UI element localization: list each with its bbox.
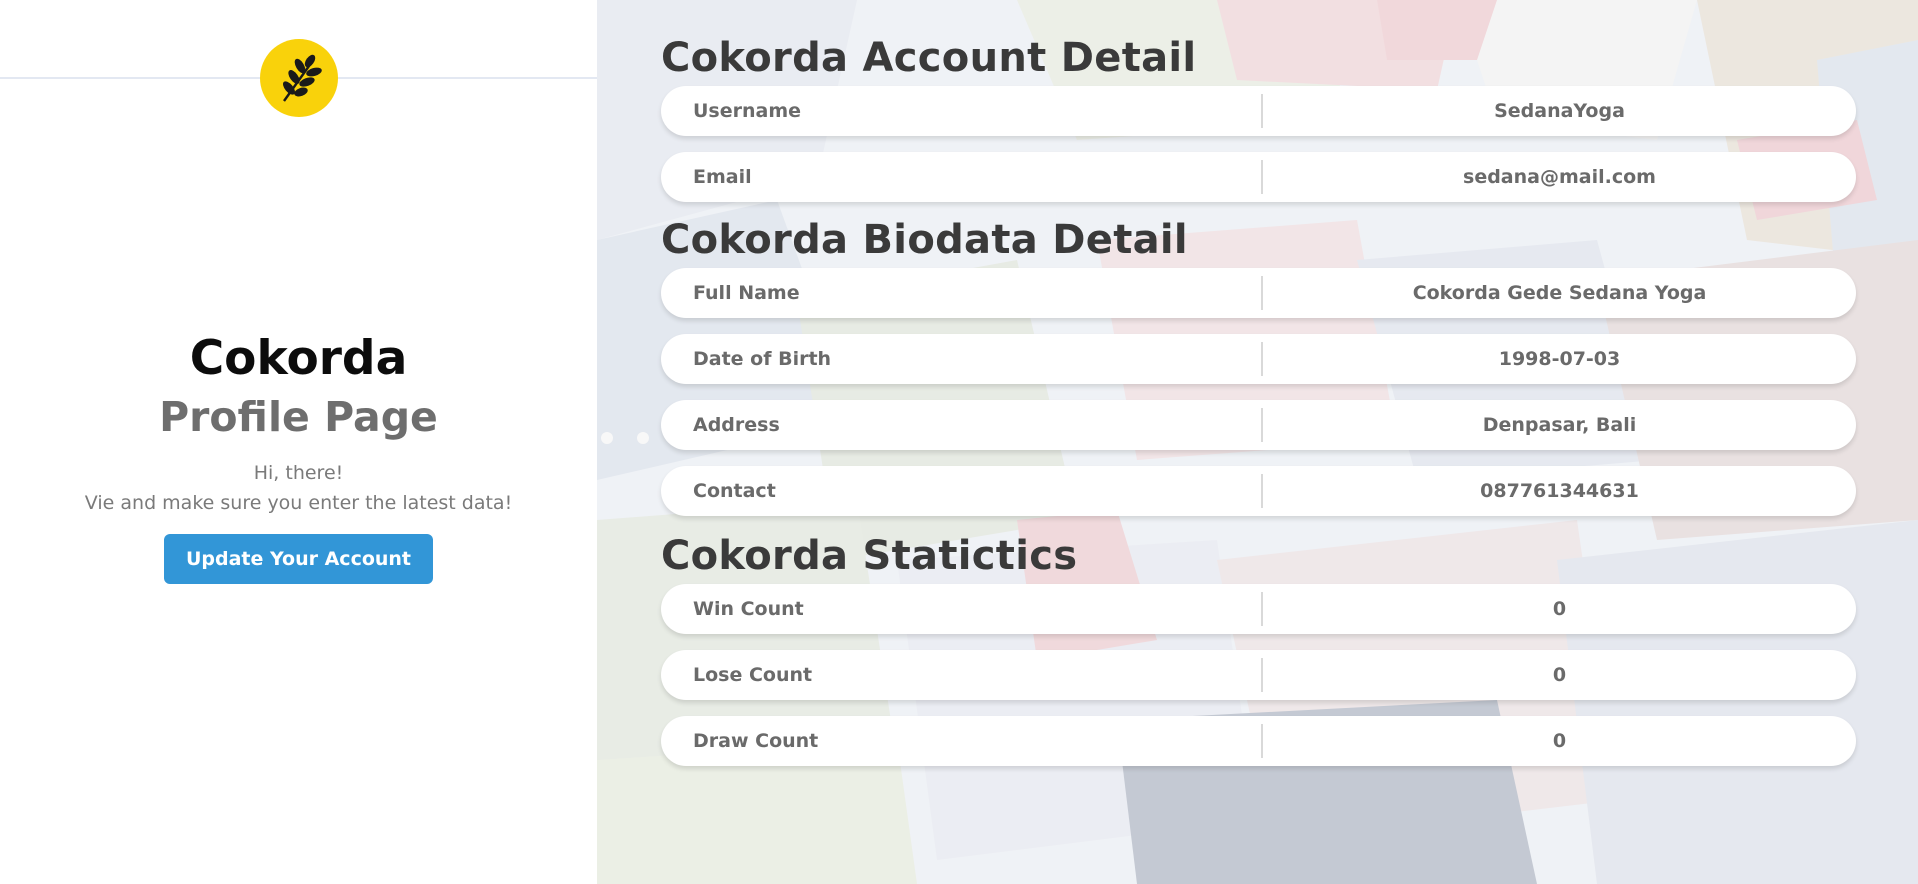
row-label: Email [693,166,752,188]
profile-intro: Cokorda Profile Page Hi, there! Vie and … [0,330,597,585]
details-content: Cokorda Account Detail Username SedanaYo… [661,30,1856,782]
account-row-email: Email sedana@mail.com [661,152,1856,202]
row-value: sedana@mail.com [1463,166,1656,188]
row-value: 0 [1552,598,1567,620]
row-value: 0 [1552,730,1567,752]
row-value: 0 [1552,664,1567,686]
instruction-text: Vie and make sure you enter the latest d… [84,492,513,515]
wheat-leaf-icon[interactable] [260,39,338,117]
row-label: Username [693,100,802,122]
row-value: 087761344631 [1480,480,1639,502]
stats-row-win-count: Win Count 0 [661,584,1856,634]
row-value: Denpasar, Bali [1482,414,1637,436]
row-label: Draw Count [693,730,819,752]
row-label: Address [693,414,780,436]
profile-sidebar: Cokorda Profile Page Hi, there! Vie and … [0,0,597,884]
page-title: Profile Page [159,392,438,441]
stats-row-draw-count: Draw Count 0 [661,716,1856,766]
stats-row-lose-count: Lose Count 0 [661,650,1856,700]
account-section-title: Cokorda Account Detail [661,35,1197,81]
row-label: Date of Birth [693,348,832,370]
update-account-button[interactable]: Update Your Account [164,534,433,585]
biodata-row-contact: Contact 087761344631 [661,466,1856,516]
biodata-row-address: Address Denpasar, Bali [661,400,1856,450]
row-value: 1998-07-03 [1498,348,1621,370]
statistics-section-title: Cokorda Statictics [661,533,1078,579]
row-label: Win Count [693,598,804,620]
row-value: Cokorda Gede Sedana Yoga [1412,282,1707,304]
biodata-section-title: Cokorda Biodata Detail [661,217,1188,263]
biodata-row-date-of-birth: Date of Birth 1998-07-03 [661,334,1856,384]
row-label: Contact [693,480,776,502]
biodata-row-full-name: Full Name Cokorda Gede Sedana Yoga [661,268,1856,318]
row-value: SedanaYoga [1494,100,1625,122]
greeting-text: Hi, there! [253,462,344,485]
row-label: Full Name [693,282,800,304]
account-row-username: Username SedanaYoga [661,86,1856,136]
profile-name: Cokorda [189,331,408,386]
row-label: Lose Count [693,664,813,686]
details-panel: Cokorda Account Detail Username SedanaYo… [597,0,1918,884]
